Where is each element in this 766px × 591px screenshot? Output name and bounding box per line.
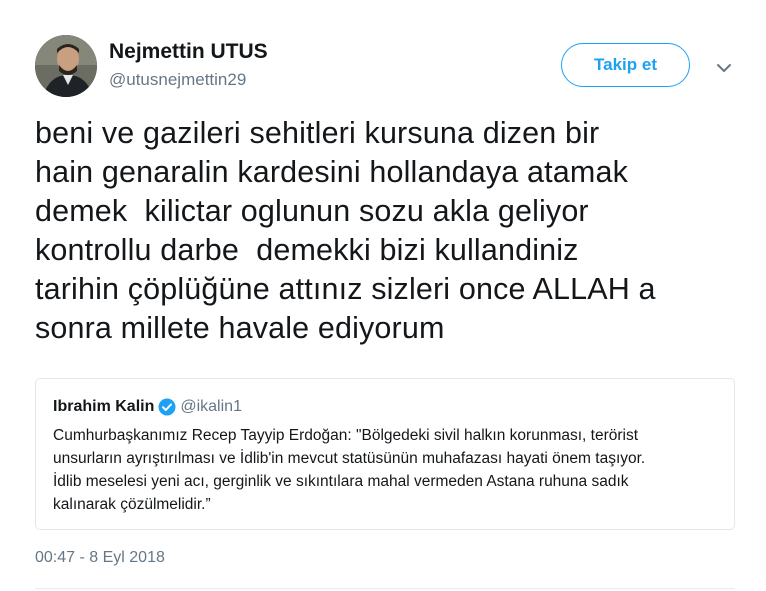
tweet-text-line: demek kilictar oglunun sozu akla geliyor — [35, 194, 589, 228]
verified-badge-icon — [158, 398, 176, 416]
quoted-text-line: kalınarak çözülmelidir.” — [53, 496, 211, 513]
follow-button[interactable]: Takip et — [561, 43, 690, 87]
quoted-author-handle: @ikalin1 — [180, 398, 242, 415]
tweet-text: beni ve gazileri sehitleri kursuna dizen… — [35, 114, 755, 348]
tweet-text-line: hain genaralin kardesini hollandaya atam… — [35, 155, 628, 189]
tweet-timestamp[interactable]: 00:47 - 8 Eyl 2018 — [35, 549, 165, 567]
quoted-text-line: Cumhurbaşkanımız Recep Tayyip Erdoğan: "… — [53, 427, 639, 444]
tweet-text-line: kontrollu darbe demekki bizi kullandiniz — [35, 233, 579, 267]
avatar-image — [35, 35, 97, 97]
tweet-container: Nejmettin UTUS @utusnejmettin29 Takip et… — [0, 0, 766, 591]
quoted-text-line: İdlib meselesi yeni acı, gerginlik ve sı… — [53, 473, 629, 490]
avatar[interactable] — [35, 35, 97, 97]
tweet-text-line: sonra millete havale ediyorum — [35, 311, 445, 345]
quoted-tweet-card[interactable]: Ibrahim Kalin @ikalin1 Cumhurbaşkanımız … — [35, 378, 735, 530]
author-handle[interactable]: @utusnejmettin29 — [109, 70, 246, 90]
quoted-tweet-text: Cumhurbaşkanımız Recep Tayyip Erdoğan: "… — [53, 424, 723, 516]
divider — [35, 588, 735, 589]
author-name[interactable]: Nejmettin UTUS — [109, 40, 268, 64]
tweet-text-line: beni ve gazileri sehitleri kursuna dizen… — [35, 116, 600, 150]
quoted-author-name: Ibrahim Kalin — [53, 398, 155, 415]
chevron-down-icon[interactable] — [712, 56, 736, 80]
quoted-tweet-header: Ibrahim Kalin @ikalin1 — [53, 398, 242, 416]
tweet-text-line: tarihin çöplüğüne attınız sizleri once A… — [35, 272, 656, 306]
quoted-text-line: unsurların ayrıştırılması ve İdlib'in me… — [53, 450, 646, 467]
